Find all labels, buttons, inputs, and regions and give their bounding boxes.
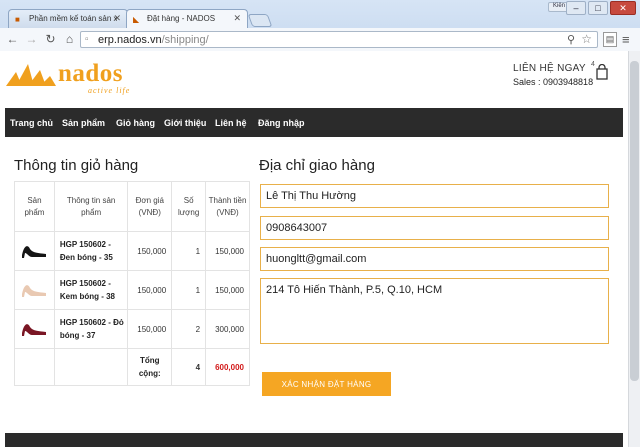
product-amount: 150,000 [205, 270, 250, 310]
site-header: nados active life LIÊN HỆ NGAY Sales : 0… [0, 51, 628, 108]
nav-products[interactable]: Sản phẩm [62, 118, 105, 128]
browser-chrome: ■ Phần mềm kế toán sản xu ✕ ◣ Đặt hàng -… [0, 0, 640, 51]
logo-wordmark: nados [58, 60, 124, 87]
product-thumbnail[interactable] [14, 231, 55, 271]
nav-contact[interactable]: Liên hệ [215, 118, 247, 128]
product-name[interactable]: HGP 150602 - Đỏ bóng - 37 [53, 309, 129, 349]
phone-field[interactable] [260, 216, 609, 240]
address-bar[interactable]: ▫ erp.nados.vn/shipping/ ⚲ ☆ [80, 31, 598, 48]
recipient-name-field[interactable] [260, 184, 609, 208]
cart-header-row: Sản phẩm Thông tin sản phẩm Đơn giá (VNĐ… [14, 181, 250, 232]
shipping-section-title: Địa chỉ giao hàng [259, 157, 375, 174]
cart-section-title: Thông tin giỏ hàng [14, 157, 139, 174]
total-row: Tổng cộng: 4 600,000 [14, 348, 250, 386]
total-label: Tổng cộng: [127, 348, 173, 386]
column-header-price: Đơn giá (VNĐ) [127, 181, 173, 232]
page-scrollbar[interactable] [628, 51, 640, 447]
product-amount: 150,000 [205, 231, 250, 271]
close-window-icon[interactable]: ✕ [610, 1, 636, 15]
product-qty: 1 [171, 231, 207, 271]
logo-mark-icon [6, 64, 56, 86]
table-row: HGP 150602 - Đen bóng - 35 150,000 1 150… [14, 231, 250, 271]
url-host: erp.nados.vn [98, 34, 162, 46]
product-qty: 2 [171, 309, 207, 349]
url-path: /shipping/ [161, 34, 209, 46]
tab-title: Đặt hàng - NADOS [147, 14, 216, 23]
product-thumbnail[interactable] [14, 309, 55, 349]
back-arrow-icon[interactable]: ← [4, 31, 21, 48]
product-thumbnail[interactable] [14, 270, 55, 310]
total-amount: 600,000 [205, 348, 250, 386]
nav-about[interactable]: Giới thiệu [164, 118, 206, 128]
column-header-product: Sản phẩm [14, 181, 55, 232]
browser-tab-accounting[interactable]: ■ Phần mềm kế toán sản xu ✕ [8, 9, 128, 28]
url-text[interactable]: erp.nados.vn/shipping/ [98, 34, 209, 46]
new-tab-button[interactable] [247, 14, 273, 27]
column-header-info: Thông tin sản phẩm [53, 181, 129, 232]
page-viewport: nados active life LIÊN HỆ NGAY Sales : 0… [0, 51, 628, 447]
table-row: HGP 150602 - Đỏ bóng - 37 150,000 2 300,… [14, 309, 250, 349]
close-icon[interactable]: ✕ [233, 13, 241, 24]
page-info-icon[interactable]: ▫ [85, 34, 89, 45]
cart-count-badge: 4 [591, 61, 595, 68]
contact-title: LIÊN HỆ NGAY [513, 63, 586, 74]
empty-cell [14, 348, 55, 386]
cart-table: Sản phẩm Thông tin sản phẩm Đơn giá (VNĐ… [14, 181, 250, 386]
extension-icon[interactable]: ▤ [603, 32, 617, 47]
logo-tagline: active life [88, 86, 131, 95]
product-price: 150,000 [127, 309, 173, 349]
minimize-icon[interactable]: – [566, 1, 586, 15]
maximize-icon[interactable]: □ [588, 1, 608, 15]
empty-cell [53, 348, 129, 386]
product-name[interactable]: HGP 150602 - Đen bóng - 35 [53, 231, 129, 271]
sales-phone: Sales : 0903948818 [513, 77, 594, 87]
product-price: 150,000 [127, 270, 173, 310]
forward-arrow-icon[interactable]: → [23, 31, 40, 48]
close-icon[interactable]: ✕ [113, 13, 121, 24]
page-favicon-icon: ■ [15, 15, 20, 24]
email-field[interactable] [260, 247, 609, 271]
zoom-icon[interactable]: ⚲ [567, 33, 575, 46]
footer-bar [5, 433, 623, 447]
reload-icon[interactable]: ↻ [42, 31, 59, 48]
scrollbar-thumb[interactable] [630, 61, 639, 381]
browser-tab-order[interactable]: ◣ Đặt hàng - NADOS ✕ [126, 9, 248, 28]
product-amount: 300,000 [205, 309, 250, 349]
shopping-bag-icon[interactable] [596, 64, 608, 80]
address-field[interactable]: 214 Tô Hiến Thành, P.5, Q.10, HCM [260, 278, 609, 344]
contact-block: LIÊN HỆ NGAY Sales : 0903948818 [513, 63, 593, 87]
column-header-qty: Số lượng [171, 181, 207, 232]
confirm-order-button[interactable]: XÁC NHẬN ĐẶT HÀNG [262, 372, 391, 396]
menu-icon[interactable]: ≡ [622, 32, 630, 47]
product-name[interactable]: HGP 150602 - Kem bóng - 38 [53, 270, 129, 310]
nados-favicon-icon: ◣ [133, 15, 140, 24]
tab-strip: ■ Phần mềm kế toán sản xu ✕ ◣ Đặt hàng -… [0, 0, 640, 28]
table-row: HGP 150602 - Kem bóng - 38 150,000 1 150… [14, 270, 250, 310]
nav-cart[interactable]: Giỏ hàng [116, 118, 155, 128]
window-controls: – □ ✕ [566, 1, 636, 15]
high-heel-shoe-icon [22, 285, 47, 297]
nav-login[interactable]: Đăng nhập [258, 118, 305, 128]
total-qty: 4 [171, 348, 207, 386]
bookmark-star-icon[interactable]: ☆ [581, 32, 592, 46]
nav-home[interactable]: Trang chủ [10, 118, 53, 128]
column-header-amount: Thành tiền (VNĐ) [205, 181, 250, 232]
tab-title: Phần mềm kế toán sản xu [29, 14, 117, 23]
product-qty: 1 [171, 270, 207, 310]
product-price: 150,000 [127, 231, 173, 271]
main-nav: Trang chủ Sản phẩm Giỏ hàng Giới thiệu L… [5, 108, 623, 137]
home-icon[interactable]: ⌂ [61, 31, 78, 48]
high-heel-shoe-icon [22, 246, 47, 258]
high-heel-shoe-icon [22, 324, 47, 336]
browser-toolbar: ← → ↻ ⌂ ▫ erp.nados.vn/shipping/ ⚲ ☆ ▤ ≡ [0, 28, 640, 51]
nados-logo[interactable]: nados active life [6, 59, 136, 99]
